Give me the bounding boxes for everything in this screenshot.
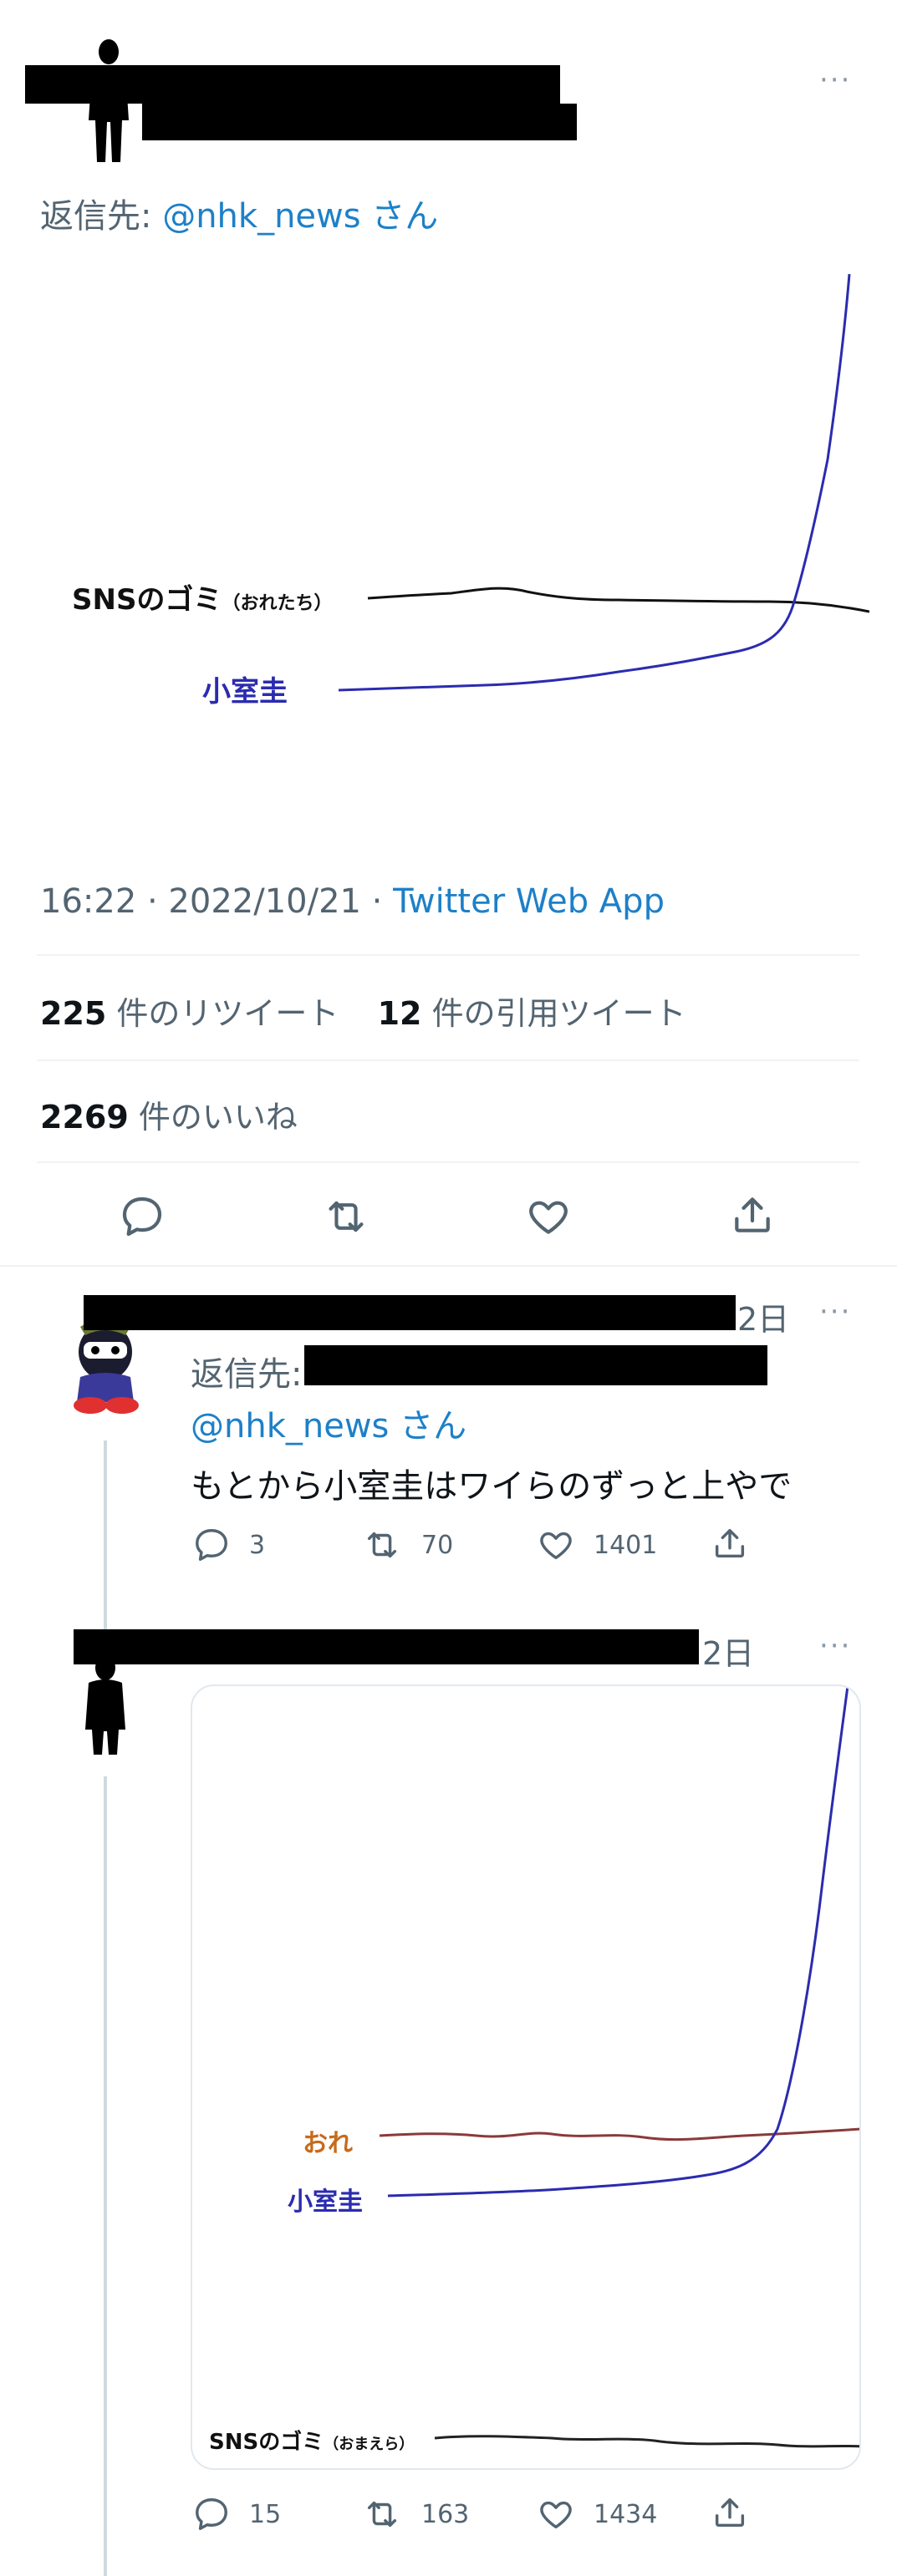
reply1-reply-target-redacted — [304, 1345, 767, 1385]
quote-label[interactable]: 件の引用ツイート — [422, 995, 686, 1032]
thread-line — [104, 1776, 107, 2576]
reply1-reply-prefix: 返信先: — [191, 1355, 303, 1394]
reply2-retweet-count: 163 — [421, 2499, 470, 2529]
reply-to-line: 返信先: @nhk_news さん — [40, 189, 438, 237]
chart-label-sns: SNSのゴミ（おまえら） — [209, 2425, 414, 2456]
share-icon — [715, 1528, 745, 1558]
section-divider — [0, 1265, 897, 1267]
divider — [37, 954, 859, 956]
reply1-reply-suffix: さん — [389, 1407, 467, 1446]
reply2-image[interactable]: おれ 小室圭 SNSのゴミ（おまえら） — [191, 1684, 861, 2470]
reply1-reply-handle-line: @nhk_news さん — [191, 1399, 466, 1447]
reply2-retweet-button[interactable]: 163 — [361, 2495, 469, 2533]
reply-to-suffix: さん — [360, 197, 439, 236]
ore-line — [379, 2127, 859, 2142]
reply1-reply-handle[interactable]: @nhk_news — [191, 1407, 389, 1446]
chart-label-komuro: 小室圭 — [202, 675, 288, 709]
quote-count[interactable]: 12 — [378, 995, 422, 1032]
more-options-icon[interactable]: ··· — [819, 1298, 851, 1326]
reply-button[interactable] — [119, 1193, 166, 1240]
chart-label-sns-text: SNSのゴミ — [72, 583, 222, 617]
reply2-age[interactable]: 2日 — [702, 1628, 754, 1674]
like-button[interactable] — [525, 1193, 572, 1240]
chart-label-komuro: 小室圭 — [288, 2187, 363, 2217]
reply1-text: もとから小室圭はワイらのずっと上やで — [191, 1467, 793, 1506]
client-link[interactable]: Twitter Web App — [393, 882, 665, 921]
reply2-name-redacted — [74, 1629, 699, 1664]
retweet-icon — [367, 2501, 397, 2528]
retweet-button[interactable] — [321, 1193, 371, 1240]
reply1-reply-button[interactable]: 3 — [192, 1526, 265, 1564]
chart-drawing — [338, 273, 870, 692]
reply2-reply-button[interactable]: 15 — [192, 2495, 281, 2533]
komuro-line — [387, 1686, 849, 2197]
author-handle-redacted — [142, 104, 577, 140]
komuro-line — [338, 273, 851, 692]
share-icon — [735, 1197, 770, 1232]
chart-label-sns-sub: （おまえら） — [324, 2436, 415, 2453]
reply1-like-button[interactable]: 1401 — [537, 1526, 657, 1564]
reply2-share-button[interactable] — [711, 2493, 749, 2532]
heart-icon — [540, 2501, 572, 2529]
chart-label-sns-sub: （おれたち） — [222, 593, 333, 614]
reply1-name-redacted — [84, 1295, 736, 1330]
heart-icon — [529, 1201, 568, 1234]
chart-label-sns-text: SNSのゴミ — [209, 2430, 324, 2455]
divider — [37, 1161, 859, 1163]
more-options-icon[interactable]: ··· — [819, 66, 851, 94]
heart-icon — [540, 1532, 572, 1560]
share-icon — [715, 2497, 745, 2528]
retweet-label[interactable]: 件のリツイート — [106, 995, 339, 1032]
sns-line — [434, 2435, 859, 2448]
like-counts: 2269 件のいいね — [40, 1091, 298, 1137]
thread-line — [104, 1440, 107, 1641]
reply2-like-button[interactable]: 1434 — [537, 2495, 657, 2533]
share-button[interactable] — [729, 1191, 776, 1238]
reply2-like-count: 1434 — [594, 2499, 658, 2529]
retweet-icon — [329, 1201, 364, 1232]
tweet-image[interactable]: SNSのゴミ（おれたち） 小室圭 — [33, 251, 870, 836]
reply1-like-count: 1401 — [594, 1530, 658, 1560]
reply1-retweet-button[interactable]: 70 — [361, 1526, 453, 1564]
reply1-reply-count: 3 — [249, 1530, 266, 1560]
reply-to-handle[interactable]: @nhk_news — [162, 197, 360, 236]
chart-label-ore: おれ — [303, 2129, 353, 2158]
timestamp-line: 16:22 · 2022/10/21 · Twitter Web App — [40, 882, 665, 921]
reply1-age[interactable]: 2日 — [737, 1293, 789, 1339]
chart-drawing — [379, 1686, 859, 2448]
chart-label-sns: SNSのゴミ（おれたち） — [72, 577, 332, 617]
author-name-redacted — [25, 65, 560, 104]
reply2-reply-count: 15 — [249, 2499, 282, 2529]
reply-to-prefix: 返信先: — [40, 197, 163, 236]
engagement-counts: 225 件のリツイート 12 件の引用ツイート — [40, 988, 686, 1034]
reply-icon — [196, 2498, 227, 2530]
retweet-count[interactable]: 225 — [40, 995, 106, 1032]
more-options-icon[interactable]: ··· — [819, 1632, 851, 1660]
divider — [37, 1059, 859, 1061]
reply1-share-button[interactable] — [711, 1524, 749, 1562]
retweet-icon — [367, 1532, 397, 1558]
reply1-retweet-count: 70 — [421, 1530, 454, 1560]
reply-icon — [196, 1529, 227, 1561]
timestamp[interactable]: 16:22 · 2022/10/21 · — [40, 882, 393, 921]
reply-icon — [122, 1197, 162, 1237]
like-count[interactable]: 2269 — [40, 1099, 129, 1136]
like-label[interactable]: 件のいいね — [129, 1099, 298, 1136]
